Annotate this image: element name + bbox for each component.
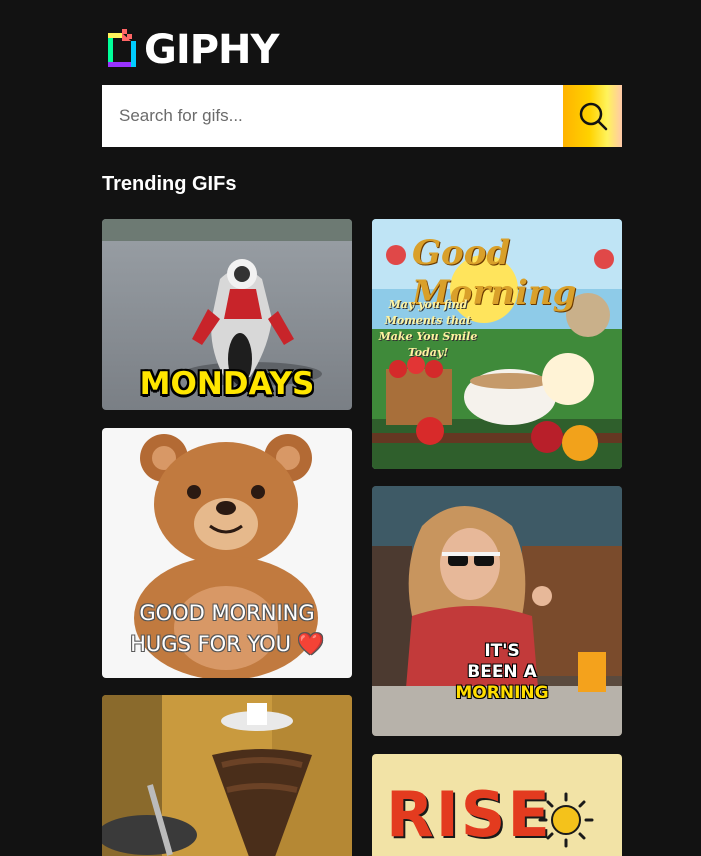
gif-caption-line: MORNING (455, 683, 549, 703)
ice-cream-image (102, 695, 352, 856)
trending-title: Trending GIFs (102, 173, 237, 195)
gif-caption-line: IT'S (484, 641, 520, 661)
giphy-logo-icon (108, 29, 136, 67)
gif-caption: IT'S BEEN A MORNING (442, 641, 562, 704)
search-icon (579, 102, 607, 131)
gif-card-rise[interactable]: RISE (372, 754, 622, 856)
giphy-logo[interactable]: GIPHY (106, 27, 279, 73)
gif-caption-line: HUGS FOR YOU ❤️ (130, 632, 324, 656)
search-bar (102, 85, 622, 147)
gif-card-icecream[interactable] (102, 695, 352, 856)
gif-wish-text: May you find Moments that Make You Smile… (378, 298, 478, 359)
gif-card-mondays[interactable]: MONDAYS (102, 219, 352, 410)
search-button[interactable] (563, 85, 622, 147)
giphy-page: GIPHY Trending GIFs (0, 0, 701, 856)
gif-caption: GOOD MORNING HUGS FOR YOU ❤️ (102, 598, 352, 660)
gif-caption: MONDAYS (139, 366, 315, 402)
search-input[interactable] (102, 85, 563, 147)
gif-caption: RISE (386, 778, 552, 851)
gif-card-been-a-morning[interactable]: IT'S BEEN A MORNING (372, 486, 622, 736)
gif-card-good-morning[interactable]: Good Morning May you find Moments that M… (372, 219, 622, 469)
gif-caption-line: GOOD MORNING (139, 601, 315, 625)
gif-caption-line: BEEN A (467, 662, 537, 682)
logo-text: GIPHY (144, 27, 279, 73)
gif-card-bear[interactable]: GOOD MORNING HUGS FOR YOU ❤️ (102, 428, 352, 678)
